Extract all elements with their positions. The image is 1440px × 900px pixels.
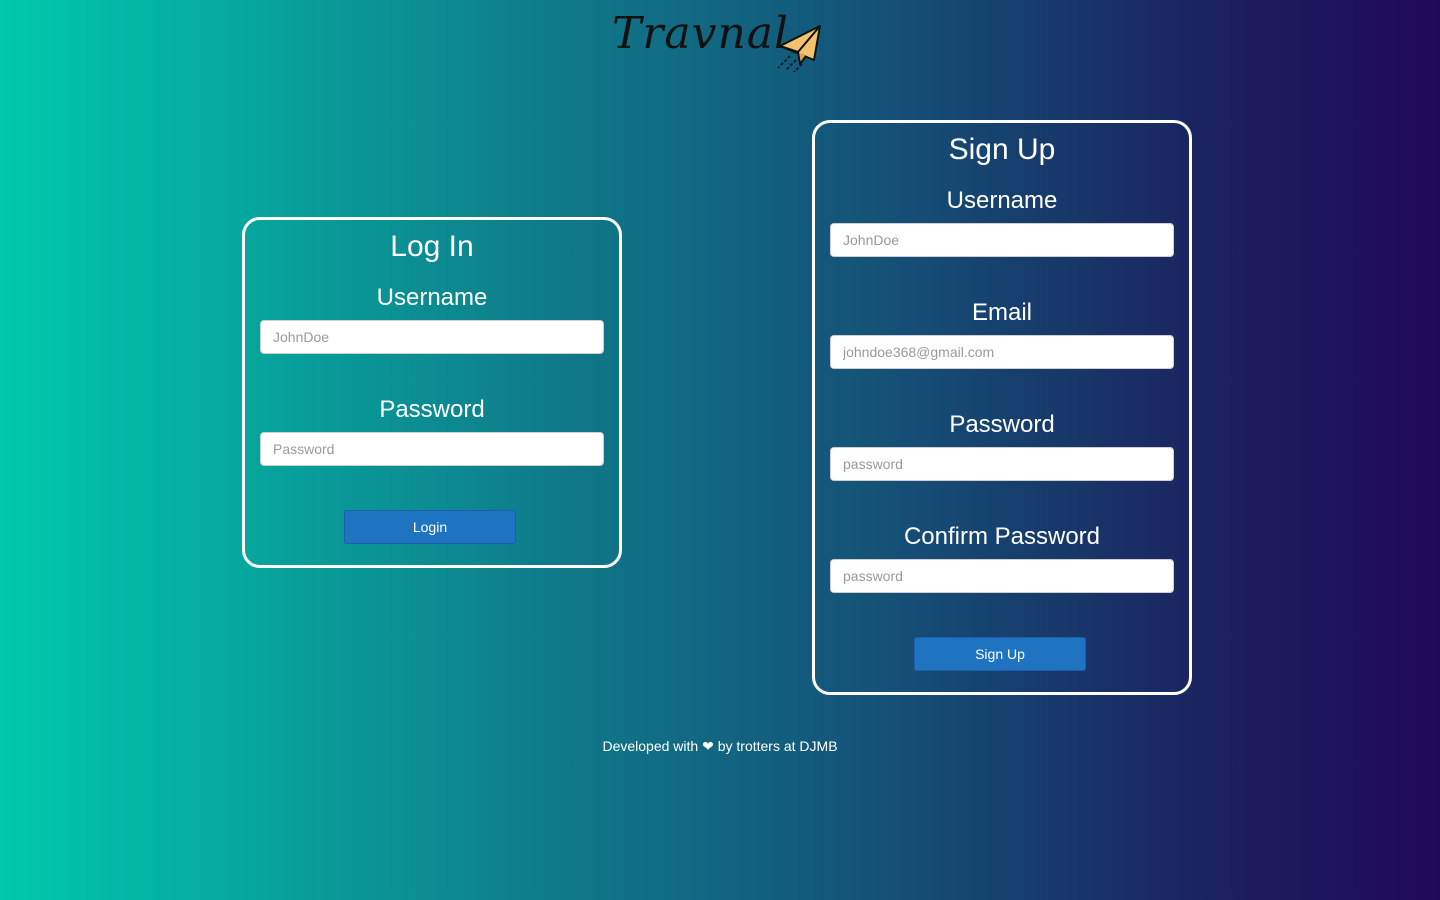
login-title: Log In xyxy=(390,230,474,263)
signup-password-label: Password xyxy=(949,411,1055,438)
brand-logo: Travnal xyxy=(612,8,824,72)
footer-prefix: Developed with xyxy=(602,738,699,754)
signup-email-input[interactable] xyxy=(830,335,1174,369)
signup-username-label: Username xyxy=(946,187,1058,214)
paper-plane-icon xyxy=(777,25,821,72)
heart-icon: ❤ xyxy=(702,738,714,754)
login-button[interactable]: Login xyxy=(344,510,516,544)
footer: Developed with ❤ by trotters at DJMB xyxy=(0,737,1440,755)
brand-name: Travnal xyxy=(612,8,790,59)
footer-suffix: by trotters at DJMB xyxy=(717,738,838,754)
login-username-input[interactable] xyxy=(260,320,604,354)
signup-title: Sign Up xyxy=(948,133,1056,166)
signup-email-label: Email xyxy=(971,299,1032,326)
signup-confirm-password-input[interactable] xyxy=(830,559,1174,593)
login-password-input[interactable] xyxy=(260,432,604,466)
login-password-label: Password xyxy=(379,396,485,423)
signup-button[interactable]: Sign Up xyxy=(914,637,1086,671)
signup-password-input[interactable] xyxy=(830,447,1174,481)
signup-card: Sign Up Username Email Password Confirm … xyxy=(812,120,1192,695)
signup-confirm-password-label: Confirm Password xyxy=(903,523,1101,550)
login-card: Log In Username Password Login xyxy=(242,217,622,568)
login-username-label: Username xyxy=(376,284,488,311)
signup-username-input[interactable] xyxy=(830,223,1174,257)
